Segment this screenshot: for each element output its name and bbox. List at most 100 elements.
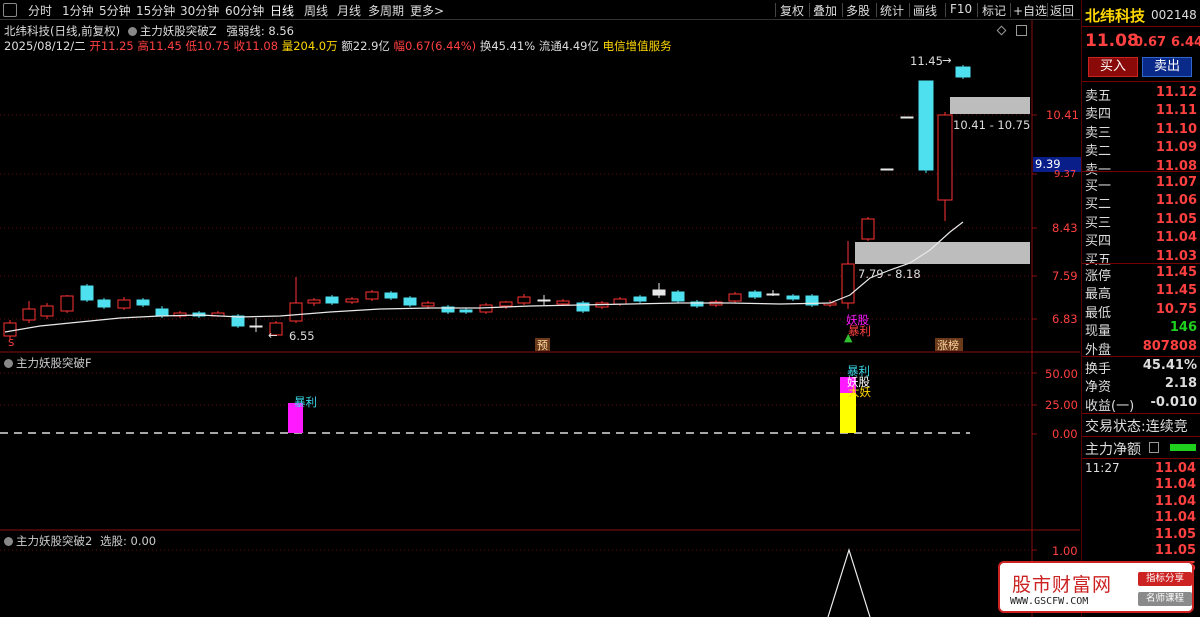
tick-price: 11.05 (1154, 543, 1196, 558)
panel2-axis-50: 50.00 (1045, 367, 1078, 381)
candle-body (136, 299, 150, 306)
tab-monthly[interactable]: 月线 (337, 2, 361, 19)
bid-label: 买四 (1085, 234, 1112, 250)
tab-weekly[interactable]: 周线 (304, 2, 328, 19)
candle-body (22, 308, 36, 321)
panel3-title[interactable]: 主力妖股突破2 (16, 534, 92, 548)
add-favorite-button[interactable]: +自选 (1013, 2, 1047, 19)
tick-time: 11:27 (1085, 461, 1120, 475)
panel2-title[interactable]: 主力妖股突破F (16, 356, 92, 370)
watermark-tag-share: 指标分享 (1138, 572, 1192, 586)
tab-fenshi[interactable]: 分时 (28, 2, 52, 19)
candle-body (900, 116, 914, 119)
stat-value: 807808 (1142, 338, 1197, 354)
kline-chart-area[interactable]: 北纬科技(日线,前复权) 主力妖股突破Z 强弱线: 8.56 2025/08/1… (0, 20, 1081, 617)
stat2-row[interactable]: 收益(一) -0.010 (1082, 394, 1200, 414)
panel2-title-row: 主力妖股突破F (4, 355, 92, 371)
candle-body (345, 298, 359, 303)
candle-body (728, 293, 742, 302)
tab-60min[interactable]: 60分钟 (225, 2, 264, 19)
panel2-bot-label: 大妖 (848, 385, 871, 399)
stat-row[interactable]: 涨停 11.45 (1082, 264, 1200, 284)
tab-multi-period[interactable]: 多周期 (368, 2, 404, 19)
buy-button[interactable]: 买入 (1088, 57, 1138, 77)
menu-icon[interactable] (3, 3, 17, 17)
fuquan-button[interactable]: 复权 (780, 2, 804, 19)
stat2-row[interactable]: 换手 45.41% (1082, 357, 1200, 377)
chart-header-line1: 北纬科技(日线,前复权) 主力妖股突破Z 强弱线: 8.56 (4, 23, 294, 39)
indicator-name[interactable]: 主力妖股突破Z (140, 24, 217, 38)
multi-stock-button[interactable]: 多股 (846, 2, 870, 19)
bid-row[interactable]: 买一 11.07 (1082, 174, 1200, 194)
panel3-toggle-icon[interactable] (4, 537, 13, 546)
candle-body (403, 297, 417, 306)
period-toolbar: 分时 1分钟 5分钟 15分钟 30分钟 60分钟 日线 周线 月线 多周期 更… (0, 0, 1080, 20)
stock-code: 002148 (1151, 8, 1197, 22)
tab-daily[interactable]: 日线 (270, 2, 294, 19)
tab-1min[interactable]: 1分钟 (62, 2, 94, 19)
candle-body (80, 285, 94, 301)
ask-row[interactable]: 卖二 11.09 (1082, 139, 1200, 159)
industry-label[interactable]: 电信增值服务 (603, 39, 672, 53)
stat-row[interactable]: 最低 10.75 (1082, 301, 1200, 321)
bar-volume: 量204.0万 (281, 39, 338, 53)
candle-body (97, 299, 111, 308)
ask-value: 11.11 (1155, 103, 1197, 119)
stat-label: 涨停 (1085, 269, 1112, 284)
bid-row[interactable]: 买四 11.04 (1082, 229, 1200, 250)
bar-open: 开11.25 (89, 39, 134, 53)
sell-button[interactable]: 卖出 (1142, 57, 1192, 77)
bar-high: 高11.45 (137, 39, 182, 53)
bid-row[interactable]: 买二 11.06 (1082, 192, 1200, 212)
candle-body (249, 325, 263, 328)
bid-value: 11.04 (1155, 230, 1197, 246)
mark-button[interactable]: 标记 (982, 2, 1006, 19)
candle-body (384, 292, 398, 299)
draw-line-button[interactable]: 画线 (913, 2, 937, 19)
stat-row[interactable]: 外盘 807808 (1082, 338, 1200, 358)
stat-row[interactable]: 最高 11.45 (1082, 282, 1200, 302)
main-flow-label[interactable]: 主力净额 (1085, 439, 1141, 459)
stat-value: 11.45 (1155, 283, 1197, 299)
strength-line: 强弱线: 8.56 (226, 24, 294, 38)
candle-body (880, 168, 894, 171)
upper-zone-label: 10.41 - 10.75 (953, 118, 1031, 132)
price-axis-6-83: 6.83 (1052, 312, 1078, 326)
last-price: 11.08 (1085, 31, 1139, 51)
price-change-pct: 6.44 (1171, 35, 1200, 50)
grid-icon[interactable] (1149, 442, 1159, 453)
panel2-toggle-icon[interactable] (4, 359, 13, 368)
back-button[interactable]: 返回 (1050, 2, 1074, 19)
ask-row[interactable]: 卖三 11.10 (1082, 121, 1200, 141)
bid-label: 买一 (1085, 179, 1112, 194)
indicator-toggle-icon[interactable] (127, 27, 137, 36)
stat2-row[interactable]: 净资 2.18 (1082, 375, 1200, 395)
overlay-button[interactable]: 叠加 (813, 2, 837, 19)
watermark-title: 股市财富网 (1012, 574, 1113, 596)
window-icon[interactable] (1016, 25, 1027, 36)
tick-price: 11.04 (1154, 493, 1196, 509)
ask-row[interactable]: 卖一11.08 (1082, 158, 1200, 178)
trade-status: 交易状态:连续竞 (1085, 419, 1188, 435)
stock-title: 北纬科技(日线,前复权) (4, 24, 121, 38)
candle-body (786, 295, 800, 300)
ask-row[interactable]: 卖四 11.11 (1082, 102, 1200, 123)
tab-15min[interactable]: 15分钟 (136, 2, 175, 19)
tab-30min[interactable]: 30分钟 (180, 2, 219, 19)
chart-header-line2: 2025/08/12/二 开11.25 高11.45 低10.75 收11.08… (4, 38, 672, 54)
watermark-tag-course: 名师课程 (1138, 592, 1192, 606)
stat2-value: -0.010 (1150, 394, 1197, 410)
candle-body (955, 66, 971, 78)
tab-more[interactable]: 更多> (410, 2, 444, 19)
ask-row[interactable]: 卖五 11.12 (1082, 84, 1200, 104)
bar-float: 流通4.49亿 (538, 39, 599, 53)
ask-label: 卖四 (1085, 107, 1112, 123)
bid-row[interactable]: 买三 11.05 (1082, 211, 1200, 231)
statistics-button[interactable]: 统计 (880, 2, 904, 19)
quote-panel: 北纬科技 002148 11.08 0.67 6.44 买入 卖出 卖五 11.1… (1081, 0, 1200, 617)
candle-body (365, 291, 379, 300)
f10-button[interactable]: F10 (950, 2, 972, 16)
tab-5min[interactable]: 5分钟 (99, 2, 131, 19)
candle-body (537, 299, 551, 302)
stat-row[interactable]: 现量 146 (1082, 319, 1200, 339)
